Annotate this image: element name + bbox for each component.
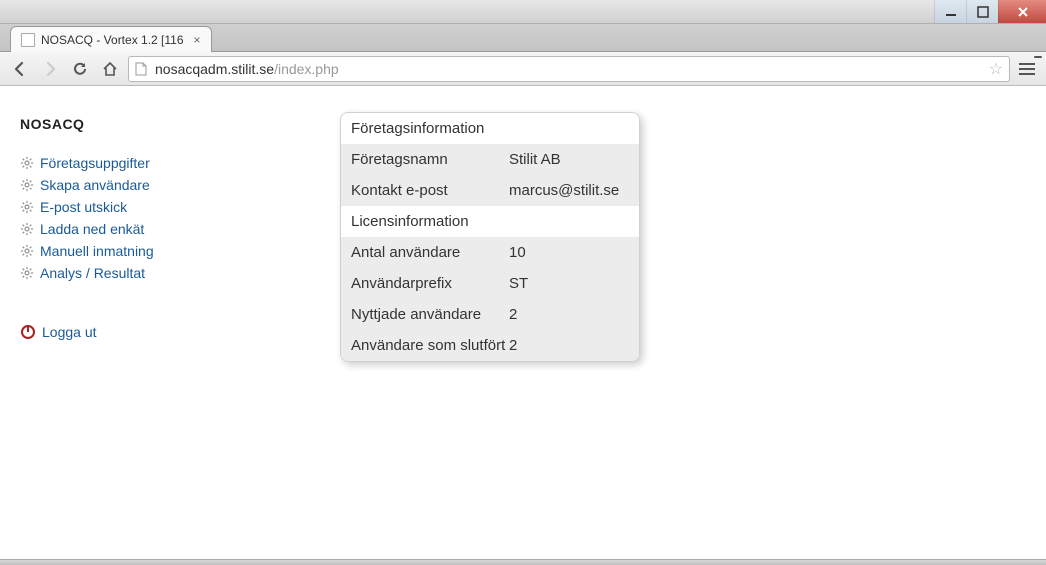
sidebar-link[interactable]: Företagsuppgifter [40,155,150,171]
info-label: Nyttjade användare [351,306,509,323]
info-label: Antal användare [351,244,509,261]
notification-badge-icon [1034,56,1042,58]
tab-title: NOSACQ - Vortex 1.2 [116 [41,33,184,47]
info-value: marcus@stilit.se [509,182,629,199]
info-row: Nyttjade användare2 [341,299,639,330]
page-favicon-icon [21,33,35,47]
home-icon [102,61,118,77]
logout-section: Logga ut [20,324,340,340]
reload-icon [72,61,88,77]
gear-icon [20,244,34,258]
info-label: Användare som slutfört [351,337,509,354]
info-panel: Företagsinformation FöretagsnamnStilit A… [340,112,640,362]
info-value: ST [509,275,629,292]
info-value: 2 [509,306,629,323]
panel-section-header: Licensinformation [341,206,639,237]
info-value: 10 [509,244,629,261]
sidebar-item: Företagsuppgifter [20,152,340,174]
info-row: Kontakt e-postmarcus@stilit.se [341,175,639,206]
info-row: Användare som slutfört2 [341,330,639,361]
sidebar-link[interactable]: Manuell inmatning [40,243,154,259]
address-bar[interactable]: nosacqadm.stilit.se/index.php ☆ [128,56,1010,82]
info-label: Användarprefix [351,275,509,292]
info-label: Företagsnamn [351,151,509,168]
sidebar-link[interactable]: Analys / Resultat [40,265,145,281]
arrow-right-icon [41,60,59,78]
sidebar-link[interactable]: Skapa användare [40,177,150,193]
app-title: NOSACQ [20,116,340,132]
info-value: 2 [509,337,629,354]
panel-section-header: Företagsinformation [341,113,639,144]
window-bottom-border [0,559,1046,565]
section-title: Företagsinformation [351,120,629,137]
hamburger-icon [1019,63,1035,65]
info-row: AnvändarprefixST [341,268,639,299]
url-path: /index.php [274,61,339,77]
gear-icon [20,178,34,192]
gear-icon [20,200,34,214]
close-icon [1017,6,1029,18]
page-icon [135,61,149,77]
url-host: nosacqadm.stilit.se [155,61,274,77]
sidebar-item: Skapa användare [20,174,340,196]
maximize-icon [977,6,989,18]
sidebar-item: Manuell inmatning [20,240,340,262]
forward-button[interactable] [38,57,62,81]
window-minimize-button[interactable] [934,0,966,23]
info-row: Antal användare10 [341,237,639,268]
reload-button[interactable] [68,57,92,81]
browser-toolbar: nosacqadm.stilit.se/index.php ☆ [0,52,1046,86]
minimize-icon [945,6,957,18]
sidebar-link[interactable]: E-post utskick [40,199,127,215]
power-icon [20,324,36,340]
browser-tab[interactable]: NOSACQ - Vortex 1.2 [116 × [10,26,212,52]
window-maximize-button[interactable] [966,0,998,23]
bookmark-star-button[interactable]: ☆ [989,59,1003,79]
window-titlebar [0,0,1046,24]
tab-close-button[interactable]: × [194,33,201,47]
arrow-left-icon [11,60,29,78]
gear-icon [20,156,34,170]
sidebar-link[interactable]: Ladda ned enkät [40,221,144,237]
sidebar: NOSACQ Företagsuppgifter Skapa användare E… [20,116,340,362]
info-row: FöretagsnamnStilit AB [341,144,639,175]
gear-icon [20,266,34,280]
page-content: NOSACQ Företagsuppgifter Skapa användare E… [0,86,1046,382]
browser-tab-strip: NOSACQ - Vortex 1.2 [116 × [0,24,1046,52]
sidebar-item: Ladda ned enkät [20,218,340,240]
info-label: Kontakt e-post [351,182,509,199]
browser-menu-button[interactable] [1016,58,1038,80]
sidebar-nav: Företagsuppgifter Skapa användare E-post u… [20,152,340,284]
logout-link[interactable]: Logga ut [42,324,97,340]
gear-icon [20,222,34,236]
sidebar-item: E-post utskick [20,196,340,218]
section-title: Licensinformation [351,213,629,230]
info-value: Stilit AB [509,151,629,168]
back-button[interactable] [8,57,32,81]
home-button[interactable] [98,57,122,81]
window-close-button[interactable] [998,0,1046,23]
sidebar-item: Analys / Resultat [20,262,340,284]
